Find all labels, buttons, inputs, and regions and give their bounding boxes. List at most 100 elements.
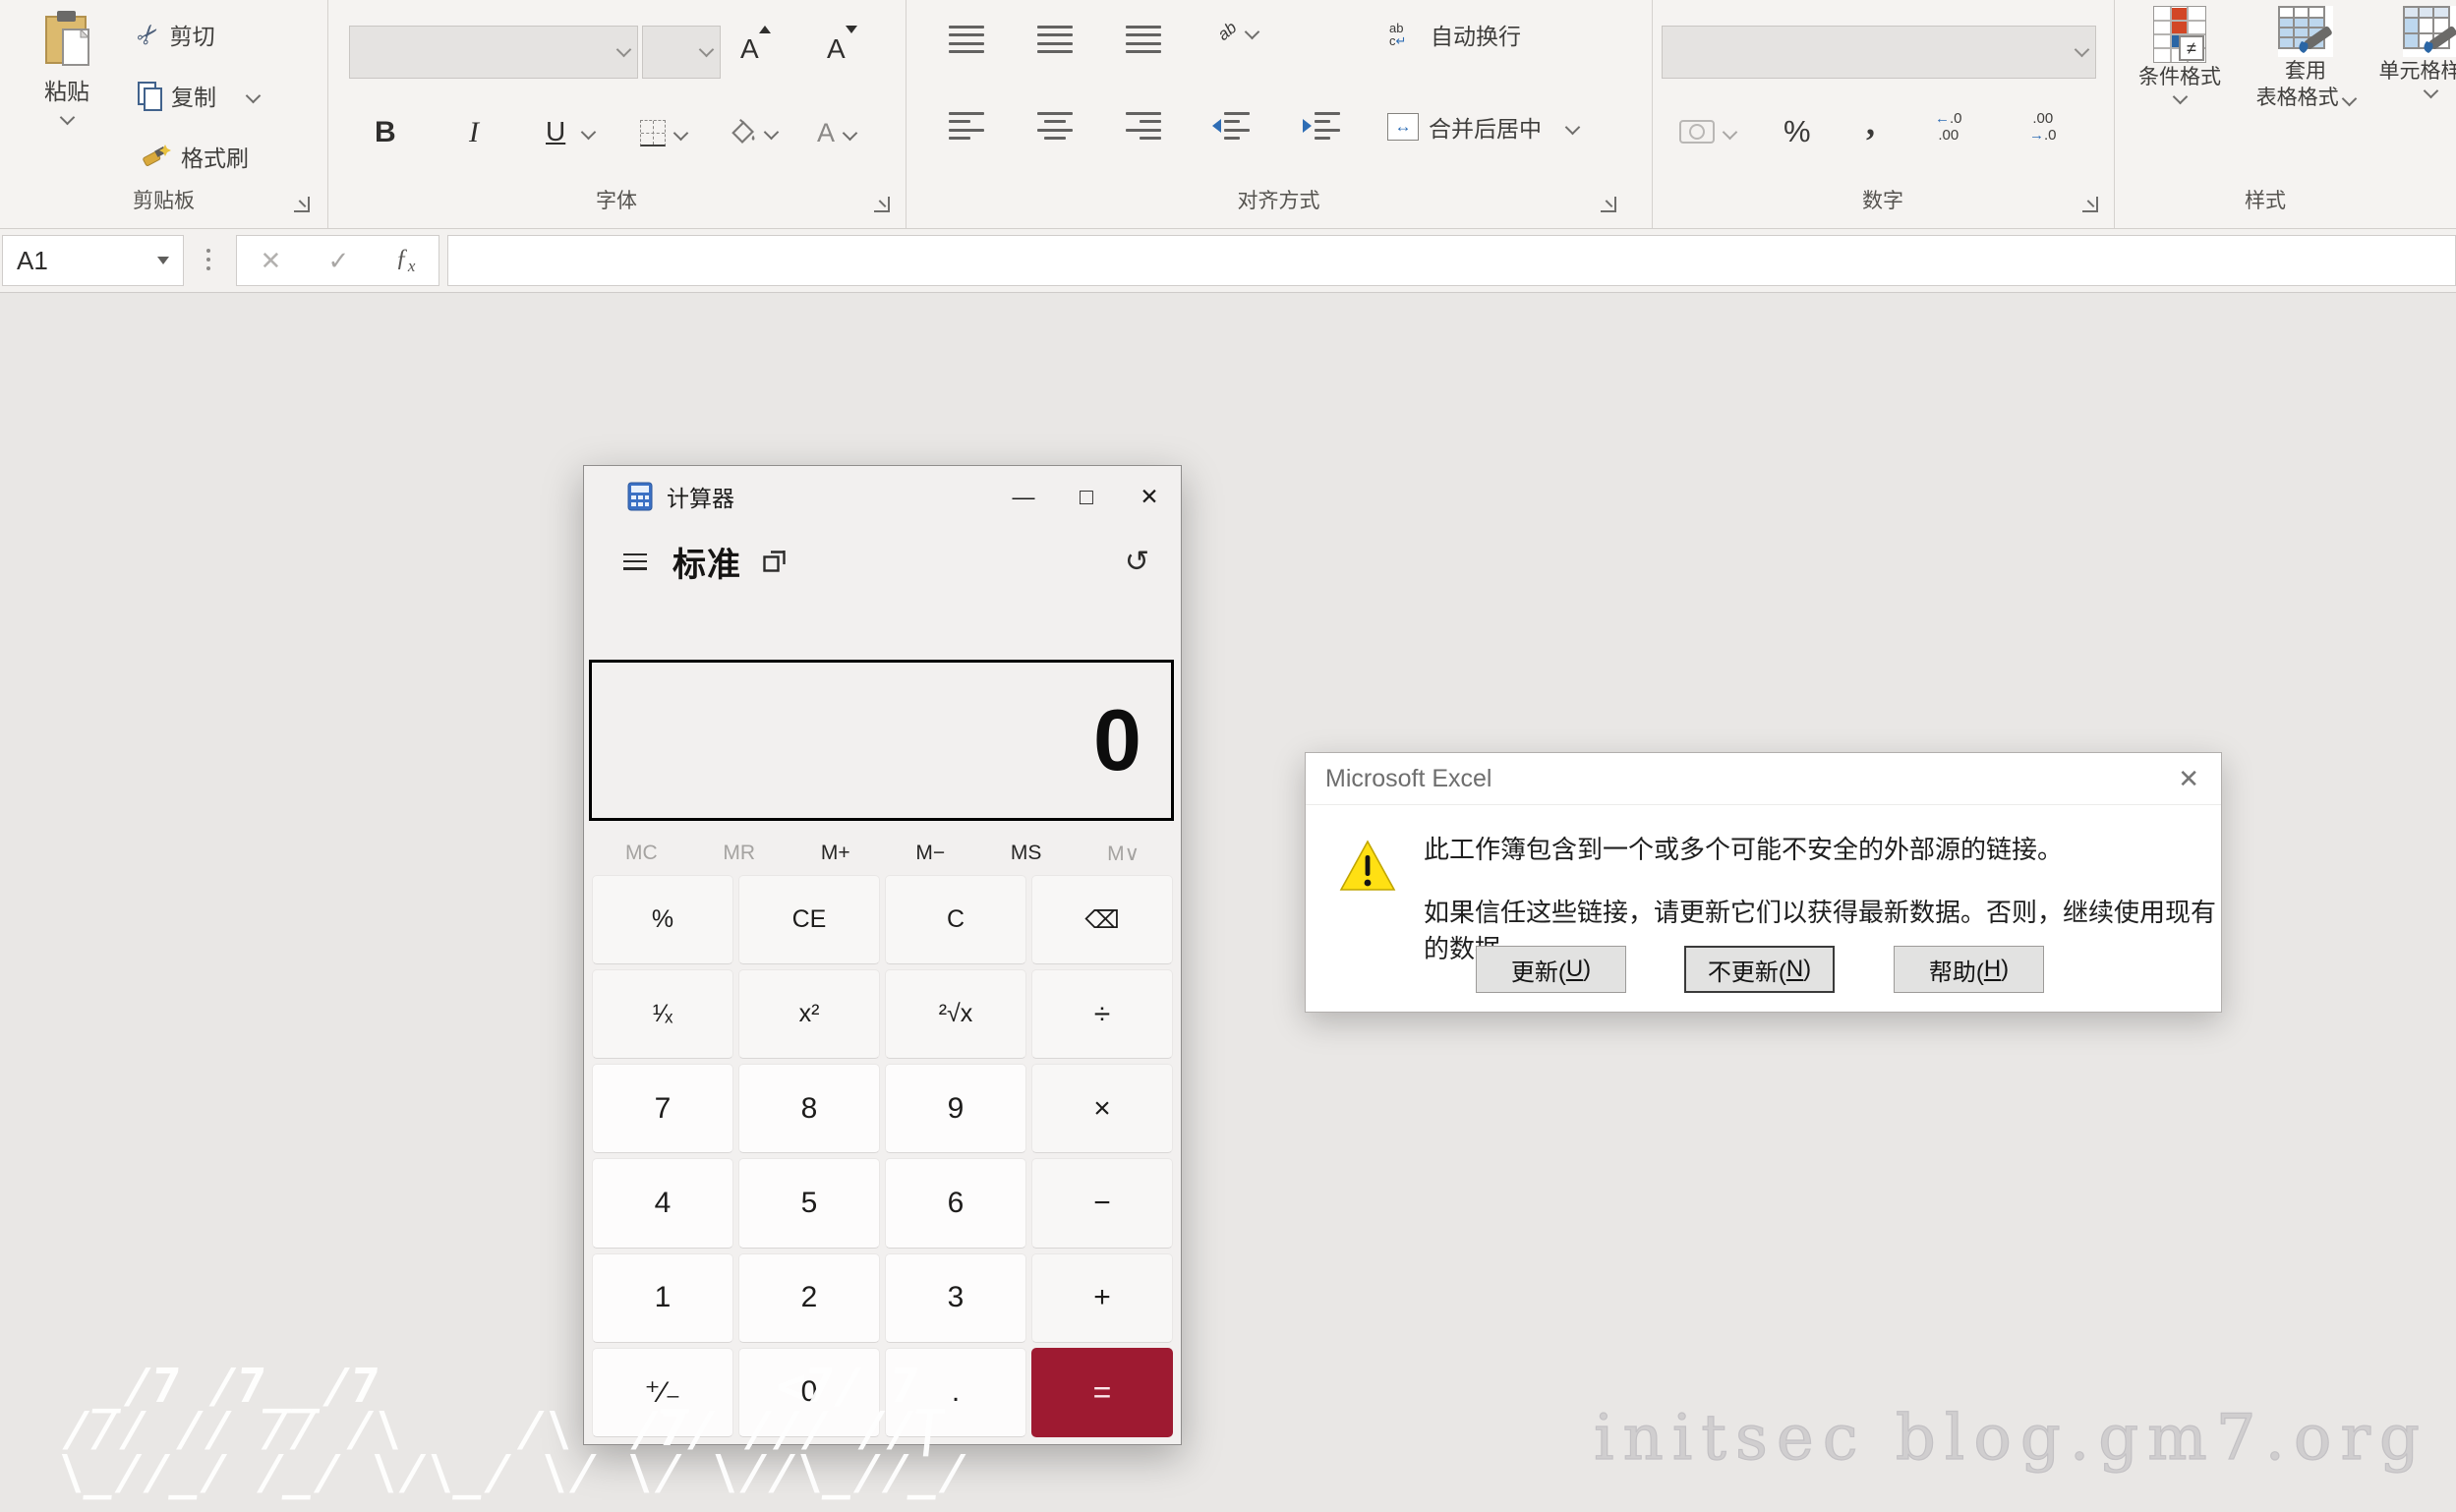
enter-icon[interactable]: ✓ xyxy=(327,246,349,276)
decrease-indent-button[interactable] xyxy=(1212,112,1250,140)
calc-key-1[interactable]: 1 xyxy=(592,1253,733,1343)
cell-styles-chevron[interactable] xyxy=(2423,84,2438,99)
dialog-close-icon[interactable]: ✕ xyxy=(2172,763,2205,795)
name-box-dropdown-icon[interactable] xyxy=(157,257,169,264)
bold-button[interactable]: B xyxy=(375,116,396,149)
calc-key-equals[interactable]: = xyxy=(1031,1348,1173,1437)
copy-dropdown-chevron[interactable] xyxy=(246,87,262,103)
fill-color-dropdown-chevron[interactable] xyxy=(764,124,780,140)
increase-decimal-button[interactable]: ←.0 .00 xyxy=(1935,110,1962,144)
shrink-font-icon: A xyxy=(827,33,846,65)
calc-key-clear[interactable]: C xyxy=(885,875,1026,964)
decrease-font-size-button[interactable]: A xyxy=(827,33,846,65)
calc-key-4[interactable]: 4 xyxy=(592,1158,733,1248)
calc-key-square-root[interactable]: ²√x xyxy=(885,969,1026,1059)
calc-key-clear-entry[interactable]: CE xyxy=(738,875,880,964)
formula-bar-grip-icon[interactable] xyxy=(206,249,210,253)
dialog-titlebar[interactable]: Microsoft Excel xyxy=(1306,753,2221,805)
merge-center-button[interactable]: ↔ 合并后居中 xyxy=(1387,110,1578,144)
format-painter-button[interactable]: 格式刷 xyxy=(142,140,249,173)
clipboard-dialog-launcher-icon[interactable] xyxy=(294,197,310,212)
accounting-format-button[interactable] xyxy=(1679,118,1735,145)
font-color-button[interactable]: A xyxy=(817,118,855,148)
dont-update-button[interactable]: 不更新(N) xyxy=(1684,946,1835,993)
calc-key-subtract[interactable]: − xyxy=(1031,1158,1173,1248)
cell-styles-button[interactable]: 单元格样式 xyxy=(2371,6,2456,96)
orientation-button[interactable]: ab xyxy=(1218,22,1257,41)
maximize-button[interactable]: □ xyxy=(1055,466,1118,527)
keep-on-top-icon[interactable] xyxy=(763,551,787,572)
calc-key-5[interactable]: 5 xyxy=(738,1158,880,1248)
italic-button[interactable]: I xyxy=(469,116,479,149)
align-left-button[interactable] xyxy=(949,112,984,140)
calc-key-divide[interactable]: ÷ xyxy=(1031,969,1173,1059)
calc-key-backspace[interactable]: ⌫ xyxy=(1031,875,1173,964)
formula-input[interactable] xyxy=(447,235,2456,286)
underline-dropdown-chevron[interactable] xyxy=(581,124,597,140)
help-button[interactable]: 帮助(H) xyxy=(1894,946,2044,993)
format-as-table-button[interactable]: 套用 表格格式 xyxy=(2251,6,2360,110)
orientation-dropdown-chevron[interactable] xyxy=(1245,24,1260,39)
calculator-display-value: 0 xyxy=(1093,690,1141,790)
memory-flyout-button[interactable]: M∨ xyxy=(1101,841,1145,867)
conditional-formatting-chevron[interactable] xyxy=(2172,89,2188,105)
align-center-button[interactable] xyxy=(1037,112,1073,140)
calc-key-reciprocal[interactable]: ¹⁄ₓ xyxy=(592,969,733,1059)
calc-key-6[interactable]: 6 xyxy=(885,1158,1026,1248)
comma-style-button[interactable]: , xyxy=(1866,102,1875,144)
percent-style-button[interactable]: % xyxy=(1784,114,1811,149)
merge-center-dropdown-chevron[interactable] xyxy=(1565,119,1581,135)
calc-key-add[interactable]: + xyxy=(1031,1253,1173,1343)
align-right-button[interactable] xyxy=(1126,112,1161,140)
font-color-dropdown-chevron[interactable] xyxy=(843,126,858,142)
cancel-icon[interactable]: ✕ xyxy=(261,246,282,276)
borders-dropdown-chevron[interactable] xyxy=(673,126,689,142)
font-name-combobox[interactable] xyxy=(349,26,638,79)
font-dialog-launcher-icon[interactable] xyxy=(874,197,890,212)
format-as-table-chevron[interactable] xyxy=(2342,91,2358,107)
insert-function-icon[interactable]: ƒx xyxy=(395,245,415,276)
wrap-text-icon: abc↵ xyxy=(1389,22,1421,47)
calculator-titlebar[interactable]: 计算器 — □ ✕ xyxy=(584,466,1181,527)
memory-store-button[interactable]: MS xyxy=(1005,841,1048,866)
accounting-dropdown-chevron[interactable] xyxy=(1723,124,1738,140)
fill-color-button[interactable] xyxy=(729,118,777,145)
calc-key-3[interactable]: 3 xyxy=(885,1253,1026,1343)
update-button[interactable]: 更新(U) xyxy=(1476,946,1626,993)
bottom-align-button[interactable] xyxy=(1126,26,1161,53)
middle-align-button[interactable] xyxy=(1037,26,1073,53)
underline-button[interactable]: U xyxy=(546,116,594,147)
calc-key-8[interactable]: 8 xyxy=(738,1064,880,1153)
conditional-formatting-button[interactable]: ≠ 条件格式 xyxy=(2126,6,2234,102)
alignment-group-label: 对齐方式 xyxy=(906,185,1652,214)
calc-key-7[interactable]: 7 xyxy=(592,1064,733,1153)
history-icon[interactable]: ↺ xyxy=(1125,545,1149,579)
decrease-decimal-button[interactable]: .00 →.0 xyxy=(2029,110,2057,144)
paste-button[interactable]: 粘贴 xyxy=(20,10,114,123)
increase-font-size-button[interactable]: A xyxy=(740,33,759,65)
wrap-text-button[interactable]: abc↵ 自动换行 xyxy=(1389,18,1521,51)
calc-key-2[interactable]: 2 xyxy=(738,1253,880,1343)
alignment-dialog-launcher-icon[interactable] xyxy=(1601,197,1616,212)
borders-button[interactable] xyxy=(640,120,686,146)
memory-recall-button[interactable]: MR xyxy=(717,841,761,866)
site-watermark: initsec blog.gm7.org xyxy=(1594,1402,2428,1475)
calc-key-multiply[interactable]: × xyxy=(1031,1064,1173,1153)
copy-button[interactable]: 复制 xyxy=(138,79,259,112)
font-size-combobox[interactable] xyxy=(642,26,721,79)
close-button[interactable]: ✕ xyxy=(1118,466,1181,527)
memory-subtract-button[interactable]: M− xyxy=(909,841,951,866)
minimize-button[interactable]: — xyxy=(992,466,1055,527)
paste-dropdown-chevron[interactable] xyxy=(59,110,75,126)
cut-button[interactable]: ✂ 剪切 xyxy=(138,18,215,51)
calc-key-9[interactable]: 9 xyxy=(885,1064,1026,1153)
number-format-combobox[interactable] xyxy=(1662,26,2096,79)
memory-add-button[interactable]: M+ xyxy=(815,841,856,866)
name-box[interactable]: A1 xyxy=(2,235,184,286)
increase-indent-button[interactable] xyxy=(1303,112,1340,140)
hamburger-menu-icon[interactable] xyxy=(623,553,647,570)
calc-key-square[interactable]: x² xyxy=(738,969,880,1059)
top-align-button[interactable] xyxy=(949,26,984,53)
memory-clear-button[interactable]: MC xyxy=(619,841,664,866)
calc-key-percent[interactable]: % xyxy=(592,875,733,964)
